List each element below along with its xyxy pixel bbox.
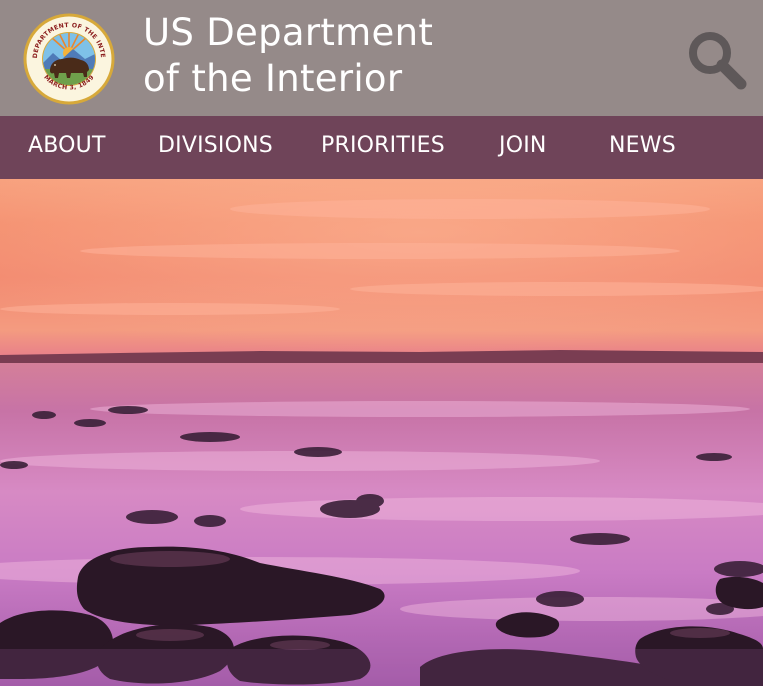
site-title[interactable]: US Department of the Interior [143,10,433,102]
site-header: U.S. DEPARTMENT OF THE INTERIOR MARCH 3,… [0,0,763,116]
site-title-line-1: US Department [143,11,434,54]
nav-item-about[interactable]: ABOUT [28,116,106,179]
nav-item-join[interactable]: JOIN [499,116,547,179]
main-navigation: ABOUT DIVISIONS PRIORITIES JOIN NEWS [0,116,763,179]
nav-item-news[interactable]: NEWS [609,116,676,179]
nav-item-priorities[interactable]: PRIORITIES [321,116,445,179]
hero-image [0,179,763,686]
search-icon[interactable] [683,26,749,92]
department-seal-logo[interactable]: U.S. DEPARTMENT OF THE INTERIOR MARCH 3,… [23,13,115,105]
site-title-line-2: of the Interior [143,57,403,100]
nav-item-divisions[interactable]: DIVISIONS [158,116,273,179]
sunset-coast-photo [0,179,763,686]
page: U.S. DEPARTMENT OF THE INTERIOR MARCH 3,… [0,0,763,686]
